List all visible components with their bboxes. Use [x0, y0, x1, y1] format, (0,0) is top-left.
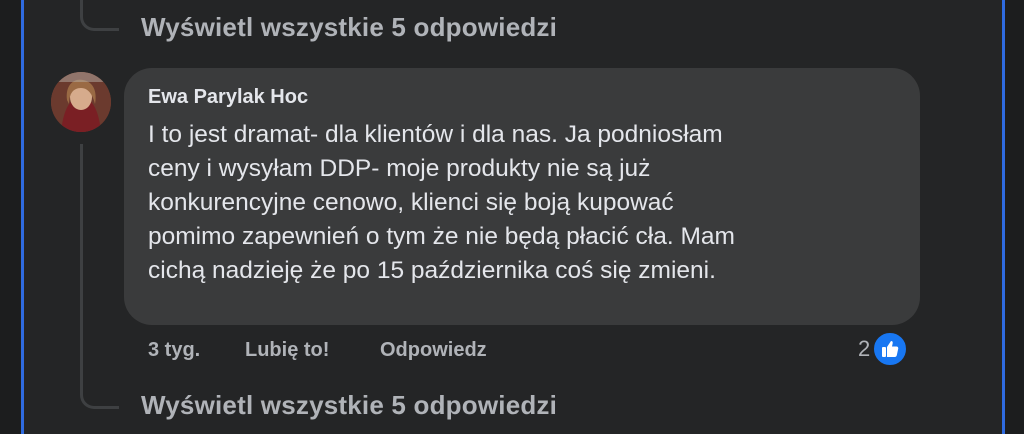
- avatar-image: [51, 72, 111, 132]
- avatar[interactable]: [51, 72, 111, 132]
- comment-author[interactable]: Ewa Parylak Hoc: [148, 86, 308, 109]
- view-all-replies-link-top[interactable]: Wyświetl wszystkie 5 odpowiedzi: [141, 12, 557, 43]
- reply-button[interactable]: Odpowiedz: [380, 339, 487, 362]
- reactions-summary[interactable]: 2: [858, 331, 909, 367]
- comment-bubble: Ewa Parylak Hoc I to jest dramat- dla kl…: [124, 68, 920, 325]
- comment-timestamp[interactable]: 3 tyg.: [148, 339, 200, 362]
- thread-line-top: [80, 0, 119, 31]
- left-edge: [0, 0, 24, 434]
- right-edge: [1002, 0, 1024, 434]
- comment-line: pomimo zapewnień o tym że nie będą płaci…: [148, 223, 735, 250]
- comment-line: konkurencyjne cenowo, klienci się boją k…: [148, 189, 674, 216]
- comment-line: ceny i wysyłam DDP- moje produkty nie są…: [148, 155, 651, 182]
- comment-line: I to jest dramat- dla klientów i dla nas…: [148, 121, 723, 148]
- thumbs-up-icon: [872, 331, 909, 367]
- view-all-replies-link-bottom[interactable]: Wyświetl wszystkie 5 odpowiedzi: [141, 390, 557, 421]
- comment-text: I to jest dramat- dla klientów i dla nas…: [148, 118, 888, 288]
- comment-line: cichą nadzieję że po 15 października coś…: [148, 257, 716, 284]
- thread-line-bottom: [80, 144, 119, 409]
- reaction-count: 2: [858, 336, 871, 361]
- like-button[interactable]: Lubię to!: [245, 339, 329, 362]
- comments-panel: Wyświetl wszystkie 5 odpowiedzi Ewa Pary…: [0, 0, 1024, 434]
